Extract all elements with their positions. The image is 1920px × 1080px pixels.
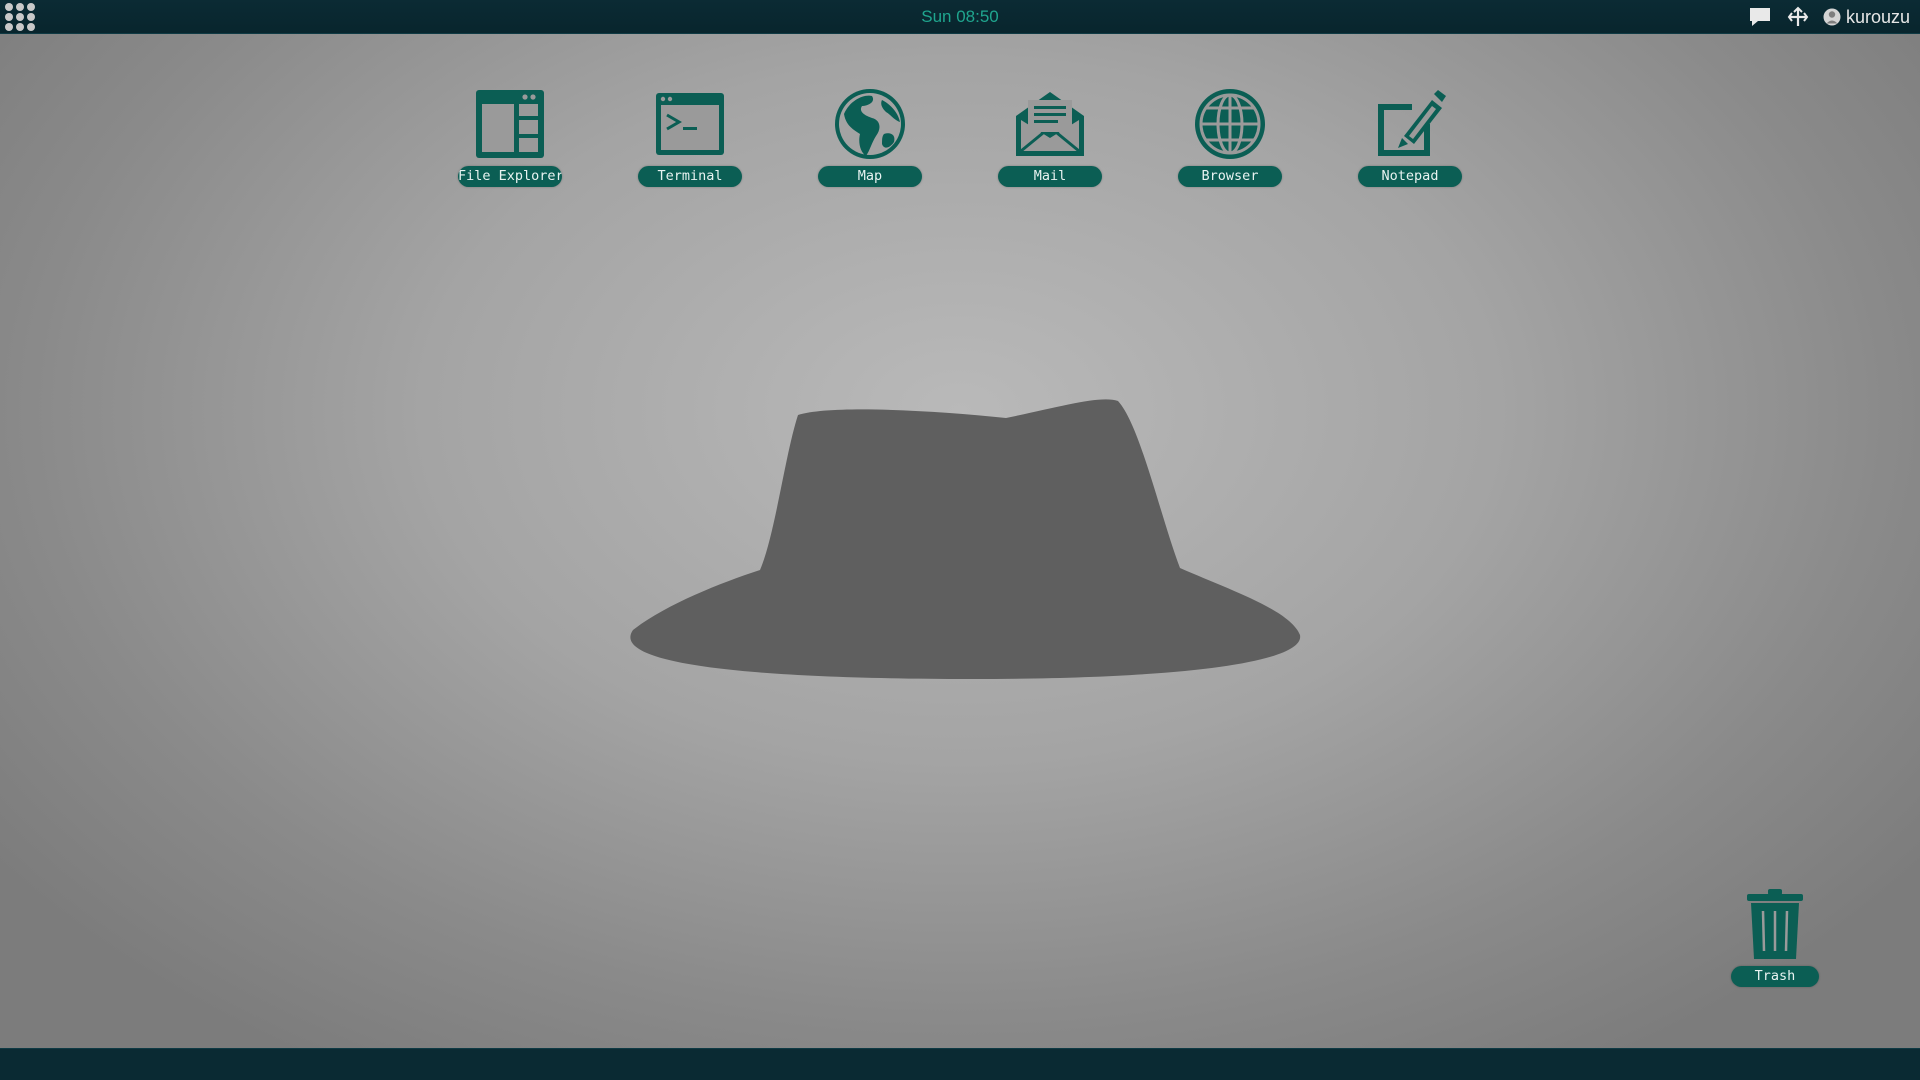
terminal-icon bbox=[650, 84, 730, 164]
clock[interactable]: Sun 08:50 bbox=[921, 7, 999, 26]
notepad-icon bbox=[1370, 84, 1450, 164]
network-icon[interactable] bbox=[1785, 4, 1811, 30]
desktop-icon-browser[interactable]: Browser bbox=[1175, 84, 1285, 187]
desktop-icon-label: Trash bbox=[1731, 966, 1819, 987]
chat-bubble-icon[interactable] bbox=[1747, 4, 1773, 30]
file-explorer-icon bbox=[470, 84, 550, 164]
username: kurouzu bbox=[1845, 6, 1910, 27]
trash-icon bbox=[1735, 884, 1815, 964]
desktop-icon-map[interactable]: Map bbox=[815, 84, 925, 187]
mail-icon bbox=[1010, 84, 1090, 164]
desktop-icon-terminal[interactable]: Terminal bbox=[635, 84, 745, 187]
wallpaper-hat-image bbox=[630, 399, 1301, 679]
desktop-icon-label: Terminal bbox=[638, 166, 742, 187]
desktop-icon-label: Mail bbox=[998, 166, 1102, 187]
desktop-icon-label: Browser bbox=[1178, 166, 1282, 187]
user-icon bbox=[1823, 8, 1841, 26]
system-tray: kurouzu bbox=[1747, 0, 1910, 34]
desktop-icon-label: Notepad bbox=[1358, 166, 1462, 187]
desktop-icon-mail[interactable]: Mail bbox=[995, 84, 1105, 187]
app-grid-icon[interactable] bbox=[5, 3, 39, 31]
user-menu[interactable]: kurouzu bbox=[1823, 7, 1910, 28]
desktop-icon-notepad[interactable]: Notepad bbox=[1355, 84, 1465, 187]
desktop-icon-label: File Explorer bbox=[458, 166, 562, 187]
clock-area: Sun 08:50 bbox=[0, 0, 1920, 34]
browser-globe-icon bbox=[1190, 84, 1270, 164]
desktop-icon-file-explorer[interactable]: File Explorer bbox=[455, 84, 565, 187]
globe-map-icon bbox=[830, 84, 910, 164]
top-bar: Sun 08:50 kurouzu bbox=[0, 0, 1920, 34]
desktop-icon-trash[interactable]: Trash bbox=[1720, 884, 1830, 987]
taskbar bbox=[0, 1048, 1920, 1080]
desktop-icon-label: Map bbox=[818, 166, 922, 187]
